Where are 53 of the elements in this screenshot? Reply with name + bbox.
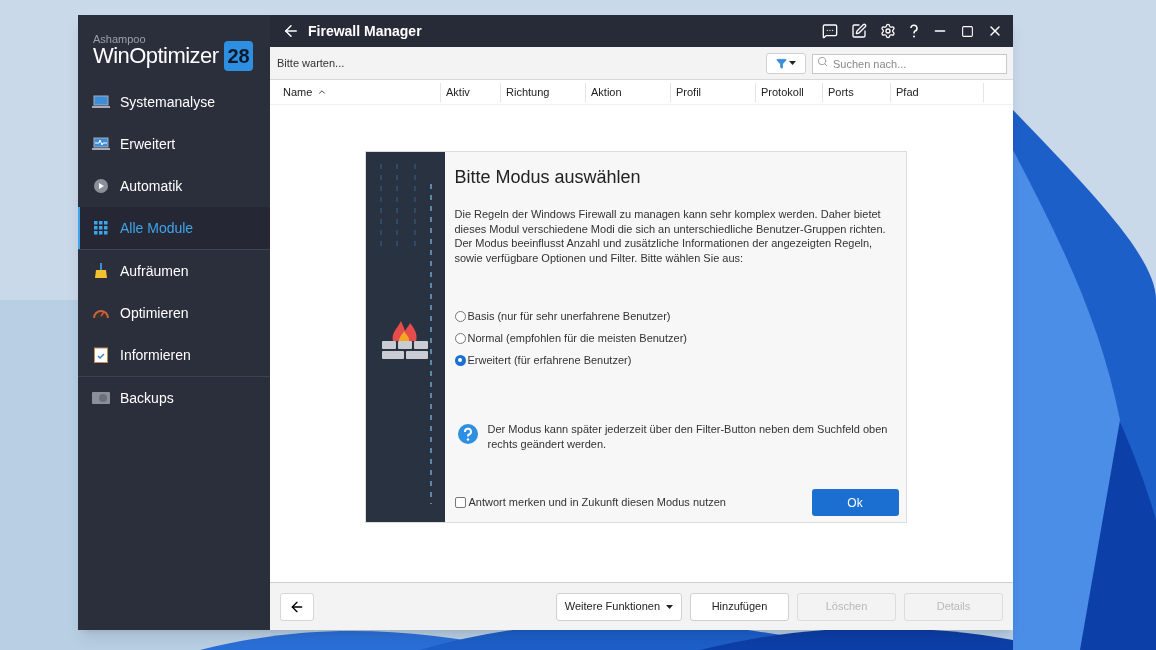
column-header[interactable]: Pfad <box>890 82 983 102</box>
back-icon[interactable] <box>282 22 300 40</box>
sort-icon <box>317 87 328 97</box>
help-icon[interactable] <box>909 24 919 38</box>
edit-icon[interactable] <box>851 23 867 39</box>
column-header[interactable]: Protokoll <box>755 82 822 102</box>
column-header[interactable]: Ports <box>822 82 890 102</box>
ok-button[interactable]: Ok <box>811 489 899 516</box>
window-title: Firewall Manager <box>308 21 422 41</box>
sidebar-item[interactable]: Systemanalyse <box>78 81 270 123</box>
drive-icon <box>92 391 110 405</box>
search-icon <box>817 56 828 67</box>
column-header[interactable]: Name <box>278 82 440 102</box>
sidebar-item[interactable]: Informieren <box>78 334 270 376</box>
column-header[interactable]: Profil <box>670 82 755 102</box>
sidebar-item[interactable]: Alle Module <box>78 207 270 249</box>
mode-radio[interactable]: Basis (nur für sehr unerfahrene Benutzer) <box>454 309 899 323</box>
column-header[interactable]: Aktion <box>585 82 670 102</box>
filter-icon <box>776 57 787 69</box>
caret-icon <box>666 604 673 609</box>
gear-play-icon <box>93 178 109 194</box>
sidebar-item[interactable]: Aufräumen <box>78 250 270 292</box>
back-button[interactable] <box>280 592 314 621</box>
settings-icon[interactable] <box>880 23 896 39</box>
search-field[interactable]: Suchen nach... <box>812 54 1007 74</box>
footer-button[interactable]: Hinzufügen <box>690 592 789 621</box>
filter-button[interactable] <box>766 52 806 74</box>
dialog-description: Die Regeln der Windows Firewall zu managen kann sehr komplex werden. Daher bietet dieses Modul verschiedene Modi die sich an unterschiedliche Benutzer-Gruppen richten. Der Modus beeinflusst Anzahl und zusätzliche Informationen der angezeigten Regeln, sowie verfügbare Optionen und Filter. Bitte wählen Sie aus: <box>454 207 887 265</box>
help-icon <box>457 424 478 444</box>
sidebar-item[interactable]: Backups <box>78 377 270 419</box>
grid-icon <box>94 221 108 235</box>
laptop-icon <box>92 95 110 109</box>
caret-icon <box>789 61 796 65</box>
brand-name: Ashampoo <box>93 34 147 45</box>
sidebar-item[interactable]: Automatik <box>78 165 270 207</box>
column-header[interactable]: Aktiv <box>440 82 500 102</box>
dialog-title: Bitte Modus auswählen <box>454 166 642 189</box>
remember-checkbox[interactable]: Antwort merken und in Zukunft diesen Modus nutzen <box>454 494 726 511</box>
footer-button[interactable]: Weitere Funktionen <box>555 592 682 621</box>
mode-radio[interactable]: Normal (empfohlen für die meisten Benutzer) <box>454 331 899 345</box>
version-badge: 28 <box>224 41 253 71</box>
monitor-pulse-icon <box>92 137 110 151</box>
clipboard-check-icon <box>94 347 108 363</box>
sidebar-item[interactable]: Erweitert <box>78 123 270 165</box>
chat-icon[interactable] <box>822 23 838 39</box>
sidebar-item[interactable]: Optimieren <box>78 292 270 334</box>
hint-text: Der Modus kann später jederzeit über den Filter-Button neben dem Suchfeld oben rechts geändert werden. <box>487 422 889 451</box>
product-name: WinOptimizer <box>93 45 219 67</box>
status-text: Bitte warten... <box>277 55 345 71</box>
mode-radio[interactable]: Erweitert (für erfahrene Benutzer) <box>454 353 899 367</box>
broom-icon <box>94 263 108 279</box>
maximize-icon[interactable] <box>961 24 974 38</box>
column-header[interactable]: Richtung <box>500 82 585 102</box>
